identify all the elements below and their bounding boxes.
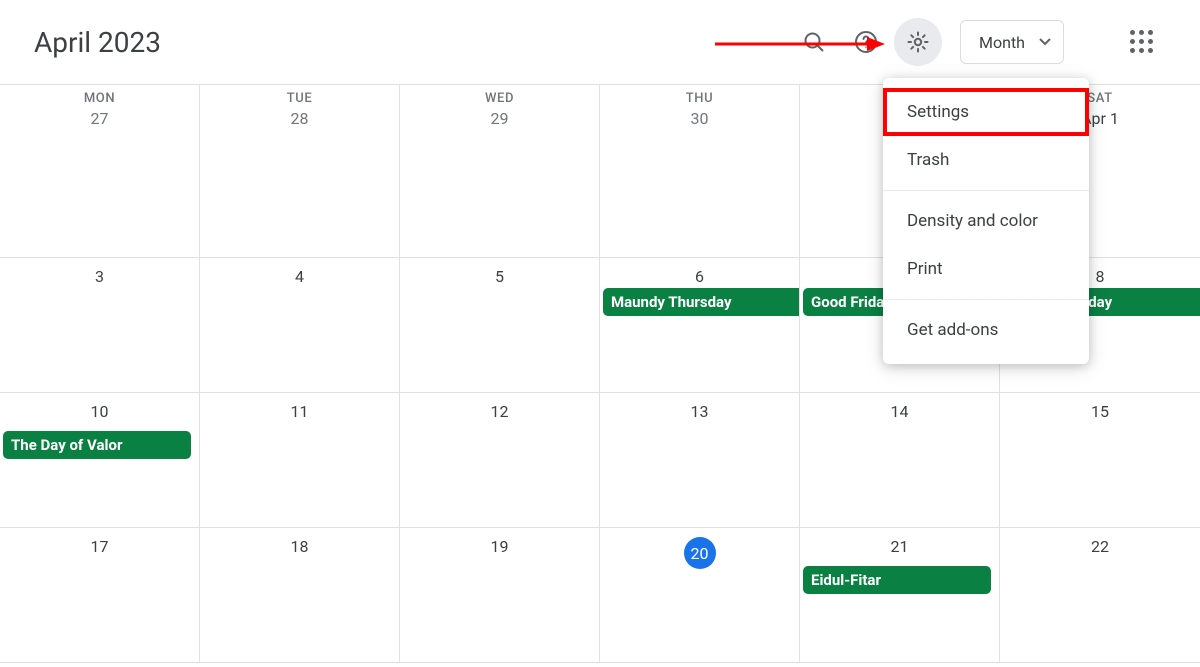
calendar-cell[interactable]: 3 (0, 258, 200, 393)
date-number[interactable]: 18 (291, 537, 309, 556)
day-of-week-label: THU (686, 91, 713, 106)
calendar-cell[interactable]: 19 (400, 528, 600, 663)
calendar-event[interactable]: The Day of Valor (3, 431, 191, 459)
view-selector-label: Month (979, 33, 1025, 52)
date-number[interactable]: 5 (495, 267, 504, 286)
menu-item-addons[interactable]: Get add-ons (883, 306, 1089, 354)
search-icon (802, 30, 826, 54)
menu-item-trash[interactable]: Trash (883, 136, 1089, 184)
settings-button[interactable] (894, 18, 942, 66)
gear-icon (906, 30, 930, 54)
calendar-cell[interactable]: 20 (600, 528, 800, 663)
date-number[interactable]: 27 (91, 109, 109, 128)
calendar-cell[interactable]: 14 (800, 393, 1000, 528)
date-number[interactable]: 22 (1091, 537, 1109, 556)
day-of-week-label: TUE (287, 91, 313, 106)
menu-item-density[interactable]: Density and color (883, 197, 1089, 245)
view-selector[interactable]: Month (960, 20, 1064, 64)
calendar-cell[interactable]: 6 Maundy Thursday (600, 258, 800, 393)
calendar-cell[interactable]: WED 29 (400, 85, 600, 258)
date-number[interactable]: 29 (491, 109, 509, 128)
calendar-cell[interactable]: 11 (200, 393, 400, 528)
date-number[interactable]: 8 (1096, 267, 1105, 286)
calendar-cell[interactable]: THU 30 (600, 85, 800, 258)
day-of-week-label: SAT (1087, 91, 1112, 106)
calendar-cell[interactable]: 13 (600, 393, 800, 528)
apps-icon (1130, 30, 1154, 54)
menu-item-settings[interactable]: Settings (883, 88, 1089, 136)
date-number[interactable]: 6 (695, 267, 704, 286)
day-of-week-label: WED (485, 91, 514, 106)
date-number[interactable]: 11 (291, 402, 309, 421)
date-number[interactable]: 3 (95, 267, 104, 286)
menu-separator (883, 190, 1089, 191)
calendar-cell[interactable]: 21 Eidul-Fitar (800, 528, 1000, 663)
calendar-cell[interactable]: 12 (400, 393, 600, 528)
date-number[interactable]: 30 (691, 109, 709, 128)
calendar-cell[interactable]: 5 (400, 258, 600, 393)
calendar-cell[interactable]: 22 (1000, 528, 1200, 663)
page-title: April 2023 (34, 26, 161, 59)
date-number[interactable]: 14 (891, 402, 909, 421)
calendar-event[interactable]: Eidul-Fitar (803, 566, 991, 594)
settings-menu: Settings Trash Density and color Print G… (883, 78, 1089, 364)
date-number[interactable]: 12 (491, 402, 509, 421)
date-number[interactable]: 15 (1091, 402, 1109, 421)
help-icon (854, 30, 878, 54)
calendar-cell[interactable]: 18 (200, 528, 400, 663)
date-number[interactable]: 4 (295, 267, 304, 286)
calendar-cell[interactable]: 10 The Day of Valor (0, 393, 200, 528)
help-button[interactable] (842, 18, 890, 66)
calendar-cell[interactable]: MON 27 (0, 85, 200, 258)
date-number[interactable]: 20 (684, 537, 716, 569)
date-number[interactable]: 28 (291, 109, 309, 128)
chevron-down-icon (1039, 38, 1051, 46)
date-number[interactable]: 10 (91, 402, 109, 421)
date-number[interactable]: 21 (891, 537, 909, 556)
calendar-cell[interactable]: TUE 28 (200, 85, 400, 258)
calendar-cell[interactable]: 4 (200, 258, 400, 393)
date-number[interactable]: 13 (691, 402, 709, 421)
apps-button[interactable] (1118, 18, 1166, 66)
calendar-cell[interactable]: 17 (0, 528, 200, 663)
search-button[interactable] (790, 18, 838, 66)
menu-item-print[interactable]: Print (883, 245, 1089, 293)
menu-separator (883, 299, 1089, 300)
day-of-week-label: MON (84, 91, 115, 106)
date-number[interactable]: 19 (491, 537, 509, 556)
calendar-event[interactable]: Maundy Thursday (603, 288, 799, 316)
calendar-cell[interactable]: 15 (1000, 393, 1200, 528)
date-number[interactable]: 17 (91, 537, 109, 556)
